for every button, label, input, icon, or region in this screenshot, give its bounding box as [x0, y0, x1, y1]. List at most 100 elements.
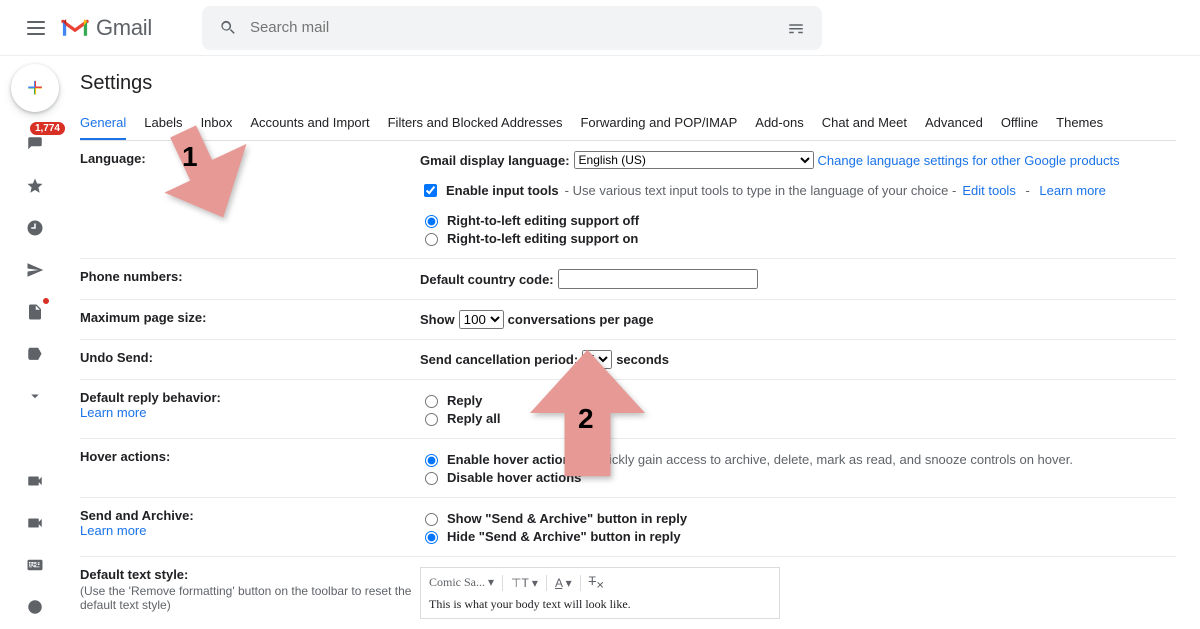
undo-select[interactable]: 5	[582, 350, 612, 369]
tab-addons[interactable]: Add-ons	[755, 109, 803, 140]
reply-all-radio[interactable]	[425, 413, 438, 426]
undo-suffix: seconds	[616, 352, 669, 367]
chevron-down-icon	[26, 387, 44, 405]
sendarchive-learn-more-link[interactable]: Learn more	[80, 523, 146, 538]
textstyle-sample: This is what your body text will look li…	[429, 597, 771, 612]
remove-formatting-button[interactable]: T✕	[589, 574, 605, 591]
display-language-select[interactable]: English (US)	[574, 151, 814, 169]
inbox-nav-icon[interactable]: 1,774	[19, 128, 51, 160]
display-language-label: Gmail display language:	[420, 153, 570, 168]
tab-advanced[interactable]: Advanced	[925, 109, 983, 140]
sendarchive-show-label: Show "Send & Archive" button in reply	[447, 511, 687, 526]
rtl-off-radio[interactable]	[425, 215, 438, 228]
left-sidebar: + 1,774	[0, 56, 70, 629]
font-size-dropdown[interactable]: ⊤T ▾	[511, 576, 538, 590]
tab-inbox[interactable]: Inbox	[201, 109, 233, 140]
app-name: Gmail	[96, 15, 152, 41]
tab-forwarding[interactable]: Forwarding and POP/IMAP	[580, 109, 737, 140]
label-language: Language:	[80, 141, 420, 259]
notification-dot-icon	[43, 298, 49, 304]
undo-prefix: Send cancellation period:	[420, 352, 578, 367]
clock-icon	[26, 219, 44, 237]
textstyle-sub: (Use the 'Remove formatting' button on t…	[80, 584, 420, 612]
search-bar[interactable]	[202, 6, 822, 50]
hover-enable-desc: - Quickly gain access to archive, delete…	[584, 452, 1073, 467]
sendarchive-hide-radio[interactable]	[425, 531, 438, 544]
row-undo: Undo Send: Send cancellation period: 5 s…	[80, 340, 1176, 380]
enable-input-tools-checkbox[interactable]	[424, 184, 437, 197]
sent-nav-icon[interactable]	[19, 254, 51, 286]
gmail-logo-icon	[60, 17, 90, 39]
sendarchive-hide-label: Hide "Send & Archive" button in reply	[447, 529, 681, 544]
settings-tabs: General Labels Inbox Accounts and Import…	[80, 109, 1176, 141]
page-title: Settings	[80, 72, 1176, 95]
tab-accounts[interactable]: Accounts and Import	[250, 109, 369, 140]
compose-button[interactable]: +	[11, 64, 59, 112]
reply-label: Reply	[447, 393, 482, 408]
search-icon	[208, 19, 248, 37]
snoozed-nav-icon[interactable]	[19, 212, 51, 244]
tune-icon	[787, 19, 805, 37]
pagesize-show: Show	[420, 312, 455, 327]
label-icon	[26, 345, 44, 363]
row-textstyle: Default text style: (Use the 'Remove for…	[80, 557, 1176, 629]
row-language: Language: Gmail display language: Englis…	[80, 141, 1176, 259]
hover-disable-label: Disable hover actions	[447, 470, 581, 485]
reply-learn-more-link[interactable]: Learn more	[80, 405, 146, 420]
meet-join-icon[interactable]	[19, 507, 51, 539]
change-language-link[interactable]: Change language settings for other Googl…	[818, 153, 1120, 168]
drafts-nav-icon[interactable]	[19, 296, 51, 328]
sendarchive-show-radio[interactable]	[425, 513, 438, 526]
textstyle-box: Comic Sa... ▾ ⊤T ▾ A ▾ T✕ This is what y…	[420, 567, 780, 619]
search-options-button[interactable]	[776, 19, 816, 37]
row-hover: Hover actions: Enable hover actions - Qu…	[80, 439, 1176, 498]
status-icon[interactable]	[19, 591, 51, 623]
reply-all-label: Reply all	[447, 411, 500, 426]
font-color-dropdown[interactable]: A ▾	[555, 576, 572, 590]
inbox-unread-badge: 1,774	[30, 122, 65, 135]
meet-new-meeting-icon[interactable]	[19, 465, 51, 497]
tab-filters[interactable]: Filters and Blocked Addresses	[388, 109, 563, 140]
categories-nav-icon[interactable]	[19, 338, 51, 370]
send-icon	[26, 261, 44, 279]
search-input[interactable]	[248, 18, 776, 37]
file-icon	[26, 303, 44, 321]
video-solid-icon	[26, 514, 44, 532]
hover-enable-radio[interactable]	[425, 454, 438, 467]
font-family-dropdown[interactable]: Comic Sa... ▾	[429, 575, 494, 590]
rtl-on-label: Right-to-left editing support on	[447, 231, 638, 246]
rtl-on-radio[interactable]	[425, 233, 438, 246]
pagesize-select[interactable]: 100	[459, 310, 504, 329]
tab-chat[interactable]: Chat and Meet	[822, 109, 907, 140]
star-icon	[26, 177, 44, 195]
settings-panel: Settings General Labels Inbox Accounts a…	[70, 56, 1200, 629]
reply-radio[interactable]	[425, 395, 438, 408]
tab-themes[interactable]: Themes	[1056, 109, 1103, 140]
row-pagesize: Maximum page size: Show 100 conversation…	[80, 300, 1176, 340]
rtl-off-label: Right-to-left editing support off	[447, 213, 639, 228]
input-tools-learn-more-link[interactable]: Learn more	[1039, 183, 1105, 198]
tab-labels[interactable]: Labels	[144, 109, 182, 140]
row-reply: Default reply behavior: Learn more Reply…	[80, 380, 1176, 439]
more-nav-toggle[interactable]	[19, 380, 51, 412]
label-undo: Undo Send:	[80, 340, 420, 380]
label-reply: Default reply behavior:	[80, 390, 221, 405]
gmail-logo[interactable]: Gmail	[60, 15, 152, 41]
inbox-icon	[26, 135, 44, 153]
default-cc-label: Default country code:	[420, 272, 554, 287]
label-pagesize: Maximum page size:	[80, 300, 420, 340]
hover-disable-radio[interactable]	[425, 472, 438, 485]
hover-enable-label: Enable hover actions	[447, 452, 578, 467]
label-phone: Phone numbers:	[80, 259, 420, 300]
tab-general[interactable]: General	[80, 109, 126, 140]
pagesize-suffix: conversations per page	[508, 312, 654, 327]
main-menu-button[interactable]	[16, 8, 56, 48]
default-cc-input[interactable]	[558, 269, 758, 289]
tab-offline[interactable]: Offline	[1001, 109, 1038, 140]
starred-nav-icon[interactable]	[19, 170, 51, 202]
label-hover: Hover actions:	[80, 439, 420, 498]
plus-icon: +	[27, 74, 43, 102]
hamburger-icon	[27, 21, 45, 35]
edit-tools-link[interactable]: Edit tools	[962, 183, 1015, 198]
hangouts-icon[interactable]	[19, 549, 51, 581]
